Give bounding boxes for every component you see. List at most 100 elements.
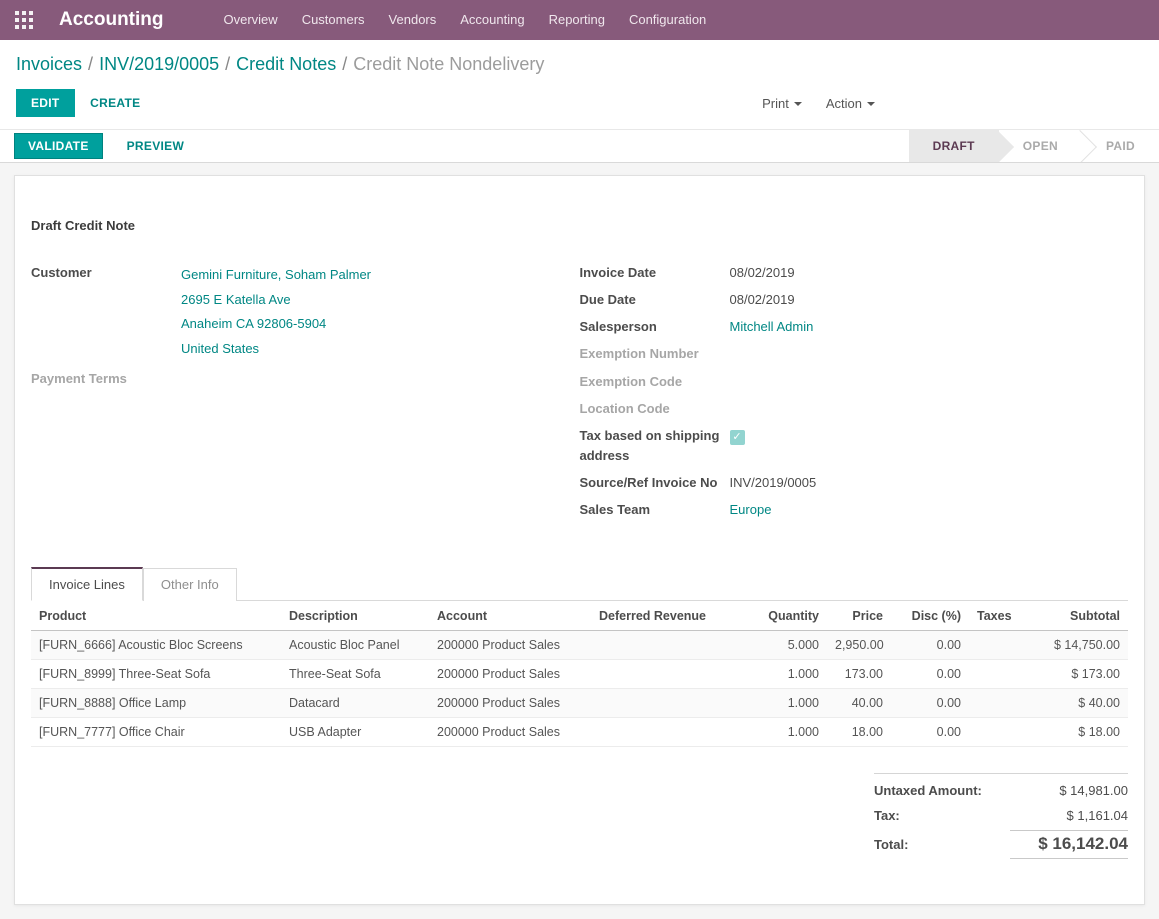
due-date-value: 08/02/2019 [730,290,1129,310]
tab-invoice-lines[interactable]: Invoice Lines [31,567,143,601]
breadcrumb-credit-notes[interactable]: Credit Notes [236,54,336,74]
apps-grid-icon[interactable] [15,11,33,29]
invoice-date-label: Invoice Date [580,263,730,283]
preview-button[interactable]: PREVIEW [115,133,196,159]
total-label: Total: [874,837,908,852]
sales-team-link[interactable]: Europe [730,502,772,517]
description-cell: USB Adapter [281,718,429,747]
account-cell: 200000 Product Sales [429,689,591,718]
invoice-line-row[interactable]: [FURN_6666] Acoustic Bloc Screens Acoust… [31,631,1128,660]
top-navbar: Accounting Overview Customers Vendors Ac… [0,0,1159,40]
totals-block: Untaxed Amount: $ 14,981.00 Tax: $ 1,161… [874,773,1128,864]
price-cell: 40.00 [827,689,891,718]
col-quantity: Quantity [711,601,827,631]
app-brand[interactable]: Accounting [59,9,164,31]
invoice-date-value: 08/02/2019 [730,263,1129,283]
col-account: Account [429,601,591,631]
document-title: Draft Credit Note [31,218,1128,233]
nav-vendors[interactable]: Vendors [377,0,449,40]
customer-country-link[interactable]: United States [181,337,580,362]
control-panel: Invoices/INV/2019/0005/Credit Notes/Cred… [0,40,1159,129]
taxes-cell [969,689,1031,718]
customer-street-link[interactable]: 2695 E Katella Ave [181,288,580,313]
salesperson-link[interactable]: Mitchell Admin [730,319,814,334]
deferred-cell [591,660,711,689]
price-cell: 2,950.00 [827,631,891,660]
subtotal-cell: $ 173.00 [1031,660,1128,689]
exemption-code-field: Exemption Code [580,372,1129,392]
deferred-cell [591,718,711,747]
disc-cell: 0.00 [891,689,969,718]
col-taxes: Taxes [969,601,1031,631]
customer-city-link[interactable]: Anaheim CA 92806-5904 [181,312,580,337]
nav-reporting[interactable]: Reporting [537,0,617,40]
col-subtotal: Subtotal [1031,601,1128,631]
exemption-number-field: Exemption Number [580,344,1129,364]
tax-shipping-checkbox[interactable]: ✓ [730,430,745,445]
invoice-line-row[interactable]: [FURN_8999] Three-Seat Sofa Three-Seat S… [31,660,1128,689]
col-price: Price [827,601,891,631]
chevron-down-icon [867,102,875,106]
breadcrumb: Invoices/INV/2019/0005/Credit Notes/Cred… [16,54,1143,75]
invoice-line-row[interactable]: [FURN_7777] Office Chair USB Adapter 200… [31,718,1128,747]
deferred-cell [591,689,711,718]
price-cell: 173.00 [827,660,891,689]
edit-button[interactable]: EDIT [16,89,75,117]
payment-terms-field: Payment Terms [31,369,580,389]
chevron-down-icon [794,102,802,106]
sales-team-label: Sales Team [580,500,730,520]
payment-terms-label: Payment Terms [31,369,181,389]
subtotal-cell: $ 40.00 [1031,689,1128,718]
deferred-cell [591,631,711,660]
due-date-field: Due Date 08/02/2019 [580,290,1129,310]
untaxed-amount-label: Untaxed Amount: [874,783,982,798]
tax-row: Tax: $ 1,161.04 [874,803,1128,828]
action-dropdown[interactable]: Action [818,92,883,115]
invoice-date-field: Invoice Date 08/02/2019 [580,263,1129,283]
nav-accounting[interactable]: Accounting [448,0,536,40]
description-cell: Three-Seat Sofa [281,660,429,689]
location-code-field: Location Code [580,399,1129,419]
untaxed-amount-value: $ 14,981.00 [1059,783,1128,798]
credit-note-sheet: Draft Credit Note Customer Gemini Furnit… [14,175,1145,905]
salesperson-field: Salesperson Mitchell Admin [580,317,1129,337]
nav-overview[interactable]: Overview [212,0,290,40]
customer-name-link[interactable]: Gemini Furniture, Soham Palmer [181,263,580,288]
source-ref-value: INV/2019/0005 [730,473,1129,493]
breadcrumb-separator: / [342,54,347,74]
invoice-line-row[interactable]: [FURN_8888] Office Lamp Datacard 200000 … [31,689,1128,718]
right-field-group: Invoice Date 08/02/2019 Due Date 08/02/2… [580,263,1129,527]
description-cell: Acoustic Bloc Panel [281,631,429,660]
col-deferred-revenue: Deferred Revenue [591,601,711,631]
breadcrumb-invoices[interactable]: Invoices [16,54,82,74]
location-code-label: Location Code [580,399,730,419]
print-dropdown[interactable]: Print [754,92,810,115]
exemption-number-label: Exemption Number [580,344,730,364]
customer-label: Customer [31,263,181,283]
create-button[interactable]: CREATE [78,90,152,116]
price-cell: 18.00 [827,718,891,747]
product-cell: [FURN_8888] Office Lamp [31,689,281,718]
status-draft[interactable]: DRAFT [909,130,999,162]
account-cell: 200000 Product Sales [429,660,591,689]
tab-other-info[interactable]: Other Info [143,568,237,601]
product-cell: [FURN_8999] Three-Seat Sofa [31,660,281,689]
disc-cell: 0.00 [891,660,969,689]
taxes-cell [969,718,1031,747]
quantity-cell: 1.000 [711,689,827,718]
nav-configuration[interactable]: Configuration [617,0,718,40]
quantity-cell: 1.000 [711,718,827,747]
breadcrumb-invoice-number[interactable]: INV/2019/0005 [99,54,219,74]
untaxed-amount-row: Untaxed Amount: $ 14,981.00 [874,773,1128,803]
source-ref-field: Source/Ref Invoice No INV/2019/0005 [580,473,1129,493]
description-cell: Datacard [281,689,429,718]
nav-customers[interactable]: Customers [290,0,377,40]
validate-button[interactable]: VALIDATE [14,133,103,159]
tax-label: Tax: [874,808,900,823]
left-field-group: Customer Gemini Furniture, Soham Palmer … [31,263,580,527]
breadcrumb-current: Credit Note Nondelivery [353,54,544,74]
col-disc: Disc (%) [891,601,969,631]
sales-team-field: Sales Team Europe [580,500,1129,520]
print-dropdown-label: Print [762,96,789,111]
customer-field: Customer Gemini Furniture, Soham Palmer … [31,263,580,362]
